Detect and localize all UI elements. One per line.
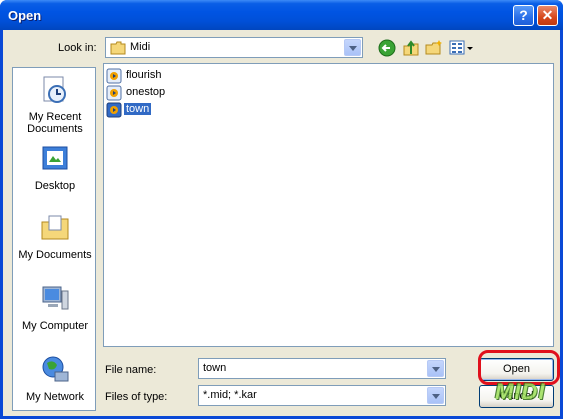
look-in-value: Midi [130, 41, 151, 53]
window-title: Open [8, 8, 42, 23]
place-label: My Computer [21, 320, 89, 332]
look-in-dropdown[interactable]: Midi [105, 37, 363, 58]
look-in-label: Look in: [58, 42, 97, 54]
dialog-client-area: Look in: Midi My Recent Documents Deskto… [3, 30, 560, 416]
place-label: My Recent Documents [27, 111, 83, 135]
midi-file-icon [106, 102, 122, 118]
midi-file-icon [106, 85, 122, 101]
folder-icon [110, 41, 126, 55]
places-bar: My Recent Documents Desktop My Documents [12, 67, 96, 411]
help-button[interactable]: ? [513, 5, 534, 26]
files-of-type-value: *.mid; *.kar [203, 389, 257, 401]
place-my-documents[interactable]: My Documents [13, 212, 97, 261]
watermark-logo: MIDI [495, 379, 546, 404]
place-my-computer[interactable]: My Computer [13, 283, 97, 332]
file-list[interactable]: flourish onestop town [103, 63, 554, 347]
views-menu-icon[interactable] [448, 38, 474, 58]
chevron-down-icon[interactable] [427, 387, 444, 404]
title-bar[interactable]: Open ? ✕ [0, 0, 563, 30]
desktop-icon [42, 146, 68, 170]
open-dialog-window: Open ? ✕ Look in: Midi My Recent Documen… [0, 0, 563, 419]
file-name-value: town [203, 362, 227, 374]
file-name: onestop [126, 86, 166, 98]
place-label: My Network [25, 391, 85, 403]
files-of-type-dropdown[interactable]: *.mid; *.kar [198, 385, 446, 406]
chevron-down-icon[interactable] [427, 360, 444, 377]
back-icon[interactable] [377, 38, 397, 58]
my-documents-icon [41, 215, 69, 240]
files-of-type-label: Files of type: [105, 391, 168, 403]
place-my-network[interactable]: My Network [13, 354, 97, 403]
close-button[interactable]: ✕ [537, 5, 558, 26]
chevron-down-icon[interactable] [344, 39, 361, 56]
midi-file-icon [106, 68, 122, 84]
file-name-field[interactable]: town [198, 358, 446, 379]
new-folder-icon[interactable] [424, 38, 444, 58]
file-name: town [124, 103, 152, 115]
file-name: flourish [126, 69, 162, 81]
place-label: My Documents [18, 249, 92, 261]
up-folder-icon[interactable] [401, 38, 421, 58]
my-network-icon [42, 356, 69, 382]
place-desktop[interactable]: Desktop [13, 143, 97, 192]
place-my-recent-documents[interactable]: My Recent Documents [13, 74, 97, 135]
my-computer-icon [42, 286, 69, 310]
place-label: Desktop [34, 180, 76, 192]
file-name-label: File name: [105, 364, 157, 376]
recent-documents-icon [43, 76, 66, 103]
